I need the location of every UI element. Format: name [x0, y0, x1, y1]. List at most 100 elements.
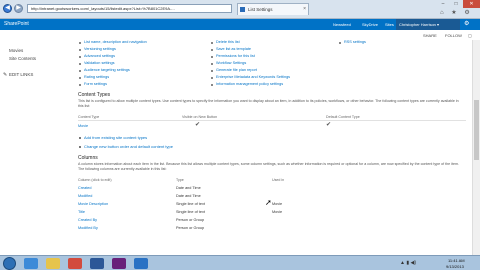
permissions-management-link[interactable]: Generate file plan report — [216, 68, 257, 72]
general-setting-link[interactable]: Versioning settings — [84, 47, 116, 51]
list-settings-content: List name, description and navigation Ve… — [76, 40, 472, 255]
column-type: Single line of text — [176, 202, 205, 206]
forward-button[interactable]: ▶ — [14, 4, 23, 13]
bullet — [211, 84, 213, 86]
suite-link-newsfeed[interactable]: Newsfeed — [333, 21, 351, 28]
share-bar: SHARE FOLLOW ▢ — [0, 30, 480, 40]
tab-label: List Settings — [248, 7, 273, 12]
permissions-management-link[interactable]: Information management policy settings — [216, 82, 283, 86]
close-window-button[interactable]: ✕ — [463, 0, 480, 8]
visible-new-button-header: Visible on New Button — [182, 115, 218, 119]
change-button-order-link[interactable]: Change new button order and default cont… — [84, 144, 173, 149]
suite-title[interactable]: SharePoint — [4, 21, 29, 28]
permissions-management-link[interactable]: Enterprise Metadata and Keywords Setting… — [216, 75, 290, 79]
back-button[interactable]: ◀ — [3, 4, 12, 13]
general-setting-link[interactable]: List name, description and navigation — [84, 40, 147, 44]
nav-item-site-contents[interactable]: Site Contents — [9, 56, 36, 61]
active-window-icon[interactable] — [134, 258, 148, 269]
general-setting-link[interactable]: Rating settings — [84, 75, 109, 79]
clock-time: 11:41 AM — [448, 258, 465, 263]
column-type: Single line of text — [176, 210, 205, 214]
bullet — [79, 146, 81, 148]
scrollbar-thumb[interactable] — [474, 100, 479, 160]
add-content-type-link[interactable]: Add from existing site content types — [84, 135, 147, 140]
permissions-management-link[interactable]: Save list as template — [216, 47, 251, 51]
content-type-link[interactable]: Movie — [78, 124, 88, 128]
chrome-icon[interactable] — [68, 258, 82, 269]
suite-link-skydrive[interactable]: SkyDrive — [362, 21, 378, 28]
column-link[interactable]: Created — [78, 186, 92, 190]
communications-link[interactable]: RSS settings — [344, 40, 366, 44]
general-setting-link[interactable]: Form settings — [84, 82, 107, 86]
divider — [78, 120, 466, 121]
vertical-scrollbar[interactable] — [472, 40, 480, 255]
bullet — [211, 77, 213, 79]
bullet — [339, 42, 341, 44]
pencil-icon: ✎ — [3, 72, 8, 78]
column-link[interactable]: Title — [78, 210, 85, 214]
column-used-in: Movie — [272, 210, 283, 214]
left-nav: Movies Site Contents ✎ EDIT LINKS — [0, 40, 72, 255]
column-link[interactable]: Created By — [78, 218, 97, 222]
bullet — [79, 42, 81, 44]
minimize-button[interactable]: – — [437, 0, 449, 8]
file-explorer-icon[interactable] — [46, 258, 60, 269]
system-tray-icon[interactable]: ▲ ▮ ◀) — [400, 260, 416, 266]
gear-icon[interactable]: ⚙ — [464, 21, 469, 28]
visual-studio-icon[interactable] — [112, 258, 126, 269]
bullet — [79, 56, 81, 58]
suite-link-sites[interactable]: Sites — [385, 21, 394, 28]
sharepoint-favicon-icon — [240, 7, 245, 12]
bullet — [79, 70, 81, 72]
follow-button[interactable]: FOLLOW — [445, 33, 462, 38]
taskbar: ▲ ▮ ◀) 11:41 AM 9/13/2013 — [0, 255, 480, 270]
column-type: Date and Time — [176, 194, 201, 198]
screen: ◀ ▶ http://intranet.gootsworkers.com/_la… — [0, 0, 480, 270]
columns-heading: Columns — [78, 155, 98, 161]
column-link[interactable]: Modified By — [78, 226, 98, 230]
browser-tab[interactable]: List Settings × — [237, 3, 309, 15]
bullet — [79, 49, 81, 51]
general-setting-link[interactable]: Advanced settings — [84, 54, 115, 58]
home-favorites-settings-icon[interactable]: ⌂ ★ ⚙ — [440, 9, 478, 18]
browser-bar: ◀ ▶ http://intranet.gootsworkers.com/_la… — [0, 0, 480, 19]
bullet — [211, 56, 213, 58]
bullet — [79, 84, 81, 86]
mouse-cursor-icon: ➚ — [265, 198, 272, 207]
permissions-management-link[interactable]: Workflow Settings — [216, 61, 246, 65]
checkmark-icon: ✔ — [326, 122, 332, 128]
column-used-in: Movie — [272, 202, 283, 206]
permissions-management-link[interactable]: Delete this list — [216, 40, 240, 44]
column-name-header: Column (click to edit) — [78, 178, 112, 182]
maximize-button[interactable]: □ — [450, 0, 462, 8]
column-used-in-header: Used in — [272, 178, 285, 182]
bullet — [211, 42, 213, 44]
address-bar[interactable]: http://intranet.gootsworkers.com/_layout… — [27, 4, 232, 13]
internet-explorer-icon[interactable] — [24, 258, 38, 269]
general-setting-link[interactable]: Audience targeting settings — [84, 68, 130, 72]
column-type-header: Type — [176, 178, 184, 182]
start-button[interactable] — [3, 257, 16, 270]
content-types-heading: Content Types — [78, 92, 111, 98]
clock-date: 9/13/2013 — [446, 264, 464, 269]
tab-close-icon[interactable]: × — [303, 4, 306, 15]
focus-icon[interactable]: ▢ — [468, 33, 472, 38]
columns-description: A column stores information about each i… — [78, 162, 459, 171]
column-type: Person or Group — [176, 218, 205, 222]
bullet — [79, 137, 81, 139]
general-setting-link[interactable]: Validation settings — [84, 61, 115, 65]
column-link[interactable]: Modified — [78, 194, 92, 198]
share-button[interactable]: SHARE — [423, 33, 437, 38]
edit-links-link[interactable]: EDIT LINKS — [9, 72, 33, 77]
nav-item-movies[interactable]: Movies — [9, 48, 23, 53]
bullet — [211, 63, 213, 65]
user-menu[interactable]: Christopher Harrison ▾ — [396, 19, 460, 30]
default-content-type-header: Default Content Type — [326, 115, 360, 119]
column-link[interactable]: Movie Description — [78, 202, 108, 206]
bullet — [79, 77, 81, 79]
word-icon[interactable] — [90, 258, 104, 269]
permissions-management-link[interactable]: Permissions for this list — [216, 54, 255, 58]
suite-bar: SharePoint Newsfeed SkyDrive Sites Chris… — [0, 19, 480, 30]
bullet — [211, 49, 213, 51]
checkmark-icon: ✔ — [195, 122, 201, 128]
